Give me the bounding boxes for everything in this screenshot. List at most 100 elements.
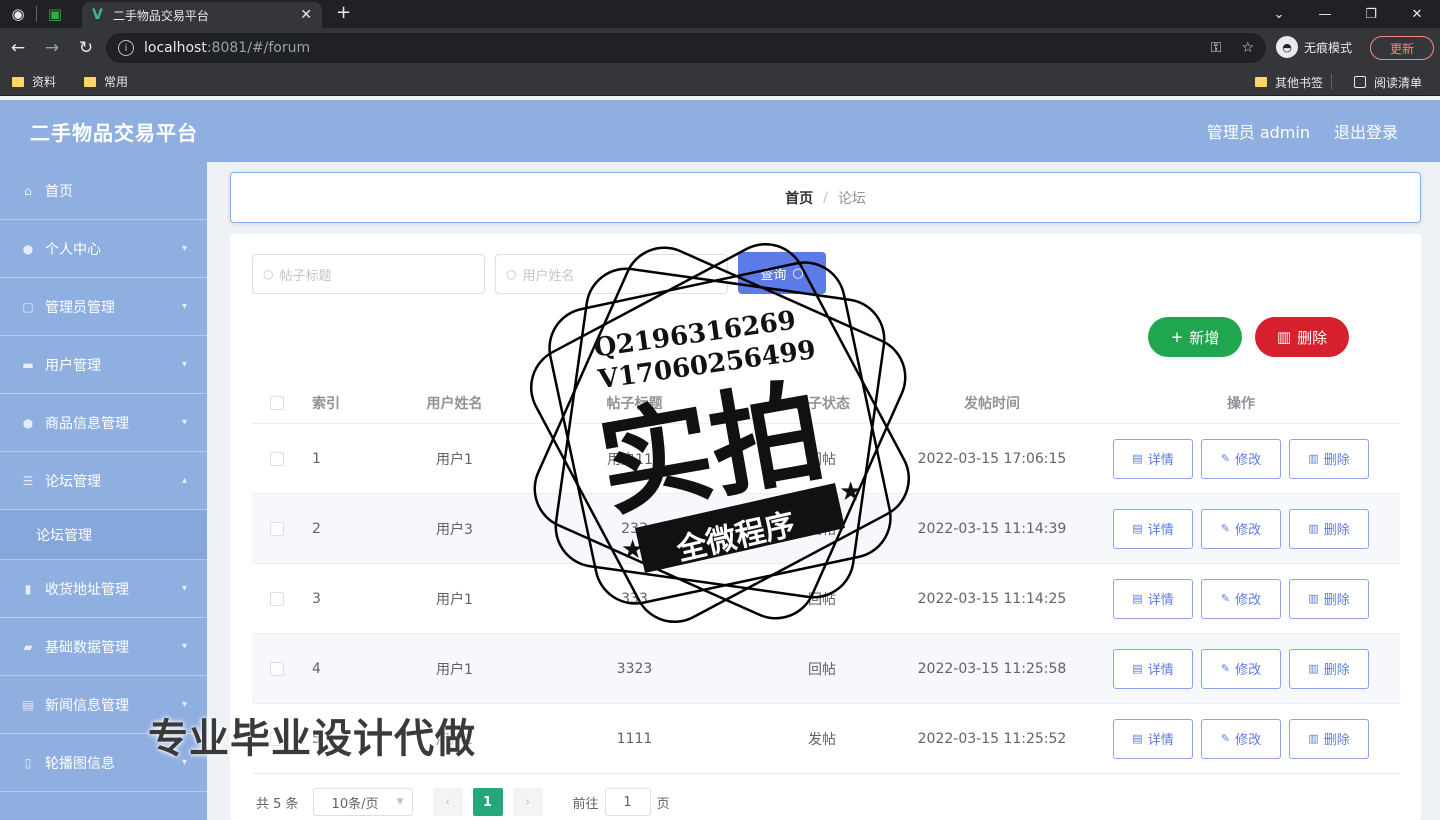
edit-button[interactable]: ✎ 修改	[1201, 578, 1281, 619]
sidebar-item-news[interactable]: ▤ 新闻信息管理 ▾	[0, 676, 207, 734]
sidebar-item-profile[interactable]: ● 个人中心 ▾	[0, 220, 207, 278]
key-icon[interactable]: ⚿	[1211, 40, 1222, 56]
row-actions: ▤ 详情 ✎ 修改 ▥ 删除	[1082, 438, 1400, 479]
next-page-button[interactable]: ›	[512, 788, 543, 816]
cell-user: 用户1	[436, 591, 473, 608]
query-button[interactable]: 查询 ○	[738, 252, 826, 294]
row-checkbox[interactable]	[270, 521, 284, 536]
bookmarks-right: 其他书签 阅读清单	[1243, 68, 1430, 96]
sidebar-item-label: 个人中心	[45, 241, 101, 258]
folder-icon	[12, 76, 24, 87]
chevron-up-icon: ▴	[181, 475, 187, 486]
goto-prefix: 前往	[572, 796, 599, 812]
goto-page-input[interactable]: 1	[604, 788, 651, 816]
cell-time: 2022-03-15 11:25:58	[917, 660, 1067, 677]
edit-label: 修改	[1235, 663, 1262, 678]
delete-button[interactable]: ▥ 删除	[1289, 508, 1369, 549]
detail-button[interactable]: ▤ 详情	[1113, 578, 1193, 619]
sidebar-subitem-forum[interactable]: 论坛管理	[0, 510, 207, 560]
forward-icon[interactable]: →	[36, 38, 68, 58]
browser-tab-bar: ◉ ▣ V 二手物品交易平台 ✕ + ⌄ — ❐ ✕	[0, 0, 1440, 28]
bookmark-folder[interactable]: 资料	[12, 73, 56, 90]
trash-icon: ▥	[1276, 328, 1292, 346]
other-bookmarks[interactable]: 其他书签	[1254, 74, 1323, 91]
logout-link[interactable]: 退出登录	[1334, 119, 1398, 143]
browser-menu-icon[interactable]: ◉	[0, 0, 36, 28]
breadcrumb-home[interactable]: 首页	[785, 188, 813, 208]
column-header: 发帖时间	[964, 395, 1020, 412]
browser-tab[interactable]: V 二手物品交易平台 ✕	[82, 2, 322, 28]
detail-button[interactable]: ▤ 详情	[1113, 648, 1193, 689]
prev-page-button[interactable]: ‹	[432, 788, 463, 816]
sidebar-item-base-data[interactable]: ▰ 基础数据管理 ▾	[0, 618, 207, 676]
cell-user: 用户1	[436, 661, 473, 678]
sidebar-item-goods[interactable]: ● 商品信息管理 ▾	[0, 394, 207, 452]
cell-time: 2022-03-15 17:06:15	[917, 450, 1067, 467]
row-checkbox-cell	[252, 451, 302, 466]
edit-button[interactable]: ✎ 修改	[1201, 648, 1281, 689]
user-search-input[interactable]: ○ 用户姓名	[495, 254, 728, 294]
sidebar-item-home[interactable]: ⌂ 首页	[0, 162, 207, 220]
chevron-down-icon: ▾	[181, 243, 187, 254]
restore-icon[interactable]: ❐	[1348, 0, 1394, 28]
site-info-icon[interactable]: i	[118, 40, 134, 56]
table-header: 索引 用户姓名 帖子标题 帖子状态 发帖时间 操作	[252, 382, 1400, 424]
cell-user: 用户1	[436, 451, 473, 468]
window-controls: ⌄ — ❐ ✕	[1256, 0, 1440, 28]
sidebar-item-address[interactable]: ▮ 收货地址管理 ▾	[0, 560, 207, 618]
current-page-button[interactable]: 1	[472, 788, 503, 816]
delete-button[interactable]: ▥ 删除	[1289, 578, 1369, 619]
folder-icon	[1254, 77, 1267, 87]
delete-button[interactable]: ▥ 删除	[1289, 718, 1369, 759]
row-checkbox[interactable]	[270, 591, 284, 606]
cell-time: 2022-03-15 11:14:39	[917, 520, 1067, 537]
url-input[interactable]: i localhost :8081/#/forum ⚿ ☆	[106, 33, 1266, 63]
reading-list[interactable]: 阅读清单	[1353, 74, 1422, 91]
minimize-icon[interactable]: —	[1302, 0, 1348, 28]
trash-icon: ▥	[1308, 452, 1319, 465]
add-button[interactable]: + 新增	[1148, 317, 1242, 357]
sidebar-item-users[interactable]: ▬ 用户管理 ▾	[0, 336, 207, 394]
page-size-select[interactable]: 10条/页 ▼	[312, 788, 413, 816]
row-checkbox[interactable]	[270, 451, 284, 466]
delete-button[interactable]: ▥ 删除	[1289, 648, 1369, 689]
reload-icon[interactable]: ↻	[70, 38, 102, 58]
delete-label: 删除	[1297, 328, 1328, 347]
title-search-input[interactable]: ○ 帖子标题	[252, 254, 485, 294]
trash-icon: ▥	[1308, 662, 1319, 675]
row-checkbox[interactable]	[270, 731, 284, 746]
table-row: 2 用户3 233 回帖 2022-03-15 11:14:39 ▤ 详情 ✎ 修改…	[252, 494, 1400, 564]
back-icon[interactable]: ←	[2, 38, 34, 58]
edit-icon: ✎	[1220, 522, 1231, 535]
tab-search-icon[interactable]: ⌄	[1256, 0, 1302, 28]
edit-button[interactable]: ✎ 修改	[1201, 718, 1281, 759]
table-row: 5 用户1 1111 发帖 2022-03-15 11:25:52 ▤ 详情 ✎ 修…	[252, 704, 1400, 774]
row-checkbox[interactable]	[270, 661, 284, 676]
cell-type: 发帖	[808, 731, 836, 748]
vue-logo-icon: V	[92, 7, 103, 23]
detail-button[interactable]: ▤ 详情	[1113, 508, 1193, 549]
update-button[interactable]: 更新	[1370, 36, 1434, 60]
sidebar-item-forum[interactable]: ☰ 论坛管理 ▴	[0, 452, 207, 510]
delete-button[interactable]: ▥ 删除	[1289, 438, 1369, 479]
news-icon: ▤	[22, 697, 34, 712]
edit-button[interactable]: ✎ 修改	[1201, 438, 1281, 479]
incognito-icon: ◓	[1276, 36, 1298, 58]
sidebar-item-carousel[interactable]: ▯ 轮播图信息 ▾	[0, 734, 207, 792]
pinned-tab-icon[interactable]: ▣	[37, 0, 73, 28]
detail-button[interactable]: ▤ 详情	[1113, 718, 1193, 759]
incognito-indicator[interactable]: ◓ 无痕模式	[1276, 36, 1352, 58]
document-icon: ▤	[1132, 662, 1143, 675]
detail-button[interactable]: ▤ 详情	[1113, 438, 1193, 479]
batch-delete-button[interactable]: ▥ 删除	[1255, 317, 1349, 357]
table-row: 3 用户1 333 回帖 2022-03-15 11:14:25 ▤ 详情 ✎ 修改…	[252, 564, 1400, 634]
star-icon[interactable]: ☆	[1241, 40, 1254, 56]
new-tab-button[interactable]: +	[336, 2, 351, 23]
sidebar-item-admins[interactable]: ▢ 管理员管理 ▾	[0, 278, 207, 336]
bookmark-folder[interactable]: 常用	[84, 73, 128, 90]
close-window-icon[interactable]: ✕	[1394, 0, 1440, 28]
chevron-down-icon: ▾	[181, 301, 187, 312]
select-all-checkbox[interactable]	[270, 395, 284, 410]
edit-button[interactable]: ✎ 修改	[1201, 508, 1281, 549]
close-tab-icon[interactable]: ✕	[300, 7, 312, 23]
